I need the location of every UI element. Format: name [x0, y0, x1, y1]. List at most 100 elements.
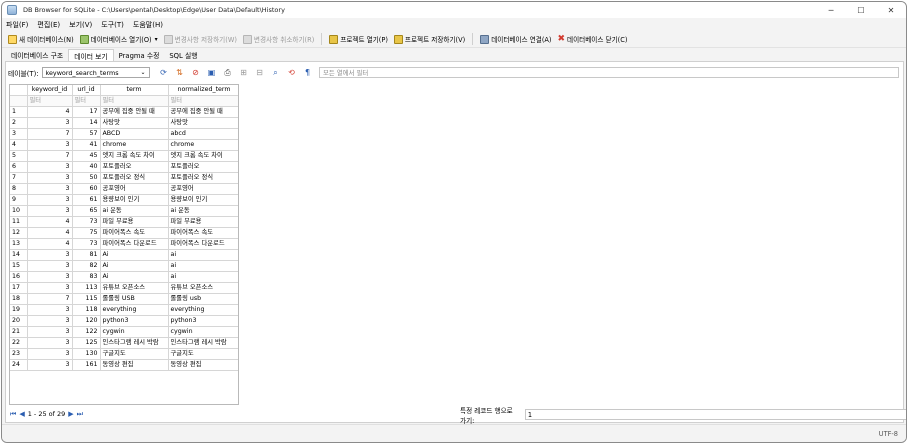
table-row[interactable]: 11 4 73 파일 무료용 파일 무료용	[10, 216, 238, 228]
save-view-icon[interactable]: ▣	[206, 67, 218, 79]
next-record-icon[interactable]: ▶	[68, 410, 73, 418]
menu-view[interactable]: 보기(V)	[69, 20, 92, 30]
menu-tools[interactable]: 도구(T)	[101, 20, 124, 30]
table-row[interactable]: 6 3 40 포토플러오 포토플러오	[10, 161, 238, 173]
delete-record-icon[interactable]: ⊟	[254, 67, 266, 79]
cell-normalized-term[interactable]: ai	[168, 271, 238, 283]
previous-record-icon[interactable]: ◀	[19, 410, 24, 418]
clear-sort-icon[interactable]: ⇅	[174, 67, 186, 79]
cell-term[interactable]: 공부에 집중 안될 때	[100, 106, 169, 118]
chevron-down-icon[interactable]: ▾	[155, 36, 158, 43]
print-icon[interactable]: ⎙	[222, 67, 234, 79]
cell-url-id[interactable]: 120	[72, 315, 101, 327]
cell-term[interactable]: 사탕맛	[100, 117, 169, 129]
cell-normalized-term[interactable]: 공부에 집중 안될 때	[168, 106, 238, 118]
table-row[interactable]: 23 3 130 구글지도 구글지도	[10, 348, 238, 360]
cell-normalized-term[interactable]: abcd	[168, 128, 238, 140]
cell-normalized-term[interactable]: 동영상 편집	[168, 359, 238, 371]
cell-normalized-term[interactable]: 파일 무료용	[168, 216, 238, 228]
cell-keyword-id[interactable]: 4	[27, 227, 73, 239]
write-changes-button[interactable]: 변경사항 저장하기(W)	[161, 32, 240, 47]
cell-keyword-id[interactable]: 3	[27, 271, 73, 283]
cell-term[interactable]: 파일 무료용	[100, 216, 169, 228]
table-row[interactable]: 19 3 118 everything everything	[10, 304, 238, 316]
clear-filters-icon[interactable]: ⊘	[190, 67, 202, 79]
cell-normalized-term[interactable]: 사탕맛	[168, 117, 238, 129]
cell-term[interactable]: chrome	[100, 139, 169, 151]
cell-normalized-term[interactable]: 엣지 크롬 속도 차이	[168, 150, 238, 162]
cell-url-id[interactable]: 81	[72, 249, 101, 261]
cell-term[interactable]: 포토플러오	[100, 161, 169, 173]
cell-url-id[interactable]: 118	[72, 304, 101, 316]
cell-term[interactable]: 롤롤링 USB	[100, 293, 169, 305]
cell-normalized-term[interactable]: 인스타그램 레시 박람	[168, 337, 238, 349]
goto-record-input[interactable]: 1	[524, 409, 906, 420]
tab-edit-pragmas[interactable]: Pragma 수정	[114, 49, 165, 61]
cell-keyword-id[interactable]: 7	[27, 293, 73, 305]
cell-normalized-term[interactable]: 파이어폭스 다운로드	[168, 238, 238, 250]
cell-term[interactable]: 인스타그램 레시 박람	[100, 337, 169, 349]
cell-url-id[interactable]: 125	[72, 337, 101, 349]
cell-term[interactable]: ABCD	[100, 128, 169, 140]
cell-keyword-id[interactable]: 4	[27, 216, 73, 228]
table-row[interactable]: 8 3 60 공포영어 공포영어	[10, 183, 238, 195]
refresh-icon[interactable]: ⟳	[158, 67, 170, 79]
cell-keyword-id[interactable]: 3	[27, 194, 73, 206]
cell-url-id[interactable]: 161	[72, 359, 101, 371]
cell-keyword-id[interactable]: 4	[27, 106, 73, 118]
cell-url-id[interactable]: 73	[72, 216, 101, 228]
tab-browse-data[interactable]: 데이터 보기	[68, 49, 114, 61]
table-row[interactable]: 12 4 75 파이어폭스 속도 파이어폭스 속도	[10, 227, 238, 239]
cell-url-id[interactable]: 122	[72, 326, 101, 338]
attach-database-button[interactable]: 데이터베이스 연결(A)	[477, 32, 554, 47]
text-format-icon[interactable]: ¶	[302, 67, 314, 79]
column-filter-url-id[interactable]: 필터	[72, 95, 101, 107]
menu-help[interactable]: 도움말(H)	[133, 20, 163, 30]
table-row[interactable]: 2 3 14 사탕맛 사탕맛	[10, 117, 238, 129]
table-row[interactable]: 4 3 41 chrome chrome	[10, 139, 238, 151]
cell-keyword-id[interactable]: 3	[27, 348, 73, 360]
cell-url-id[interactable]: 60	[72, 183, 101, 195]
cell-keyword-id[interactable]: 3	[27, 139, 73, 151]
cell-url-id[interactable]: 17	[72, 106, 101, 118]
cell-keyword-id[interactable]: 3	[27, 172, 73, 184]
open-project-button[interactable]: 프로젝트 열기(P)	[326, 32, 391, 47]
cell-normalized-term[interactable]: python3	[168, 315, 238, 327]
cell-normalized-term[interactable]: ai	[168, 249, 238, 261]
cell-term[interactable]: cygwin	[100, 326, 169, 338]
cell-term[interactable]: 포토플러오 정식	[100, 172, 169, 184]
last-record-icon[interactable]: ⏭	[77, 410, 83, 419]
cell-url-id[interactable]: 41	[72, 139, 101, 151]
cell-keyword-id[interactable]: 3	[27, 359, 73, 371]
cell-url-id[interactable]: 61	[72, 194, 101, 206]
cell-term[interactable]: 공포영어	[100, 183, 169, 195]
first-record-icon[interactable]: ⏮	[10, 410, 16, 419]
cell-url-id[interactable]: 57	[72, 128, 101, 140]
cell-normalized-term[interactable]: ai 운동	[168, 205, 238, 217]
cell-keyword-id[interactable]: 3	[27, 304, 73, 316]
cell-term[interactable]: ai 운동	[100, 205, 169, 217]
insert-record-icon[interactable]: ⊞	[238, 67, 250, 79]
column-header-url-id[interactable]: url_id	[72, 85, 101, 96]
filter-all-columns-input[interactable]: 모든 열에서 필터	[319, 67, 899, 78]
open-database-button[interactable]: 데이터베이스 열기(O) ▾	[77, 32, 161, 47]
cell-term[interactable]: Ai	[100, 271, 169, 283]
column-header-normalized-term[interactable]: normalized_term	[168, 85, 238, 96]
minimize-button[interactable]: ─	[816, 2, 846, 18]
table-row[interactable]: 18 7 115 롤롤링 USB 롤롤링 usb	[10, 293, 238, 305]
table-row[interactable]: 22 3 125 인스타그램 레시 박람 인스타그램 레시 박람	[10, 337, 238, 349]
revert-changes-button[interactable]: 변경사항 취소하기(R)	[240, 32, 317, 47]
maximize-button[interactable]: ☐	[846, 2, 876, 18]
save-project-button[interactable]: 프로젝트 저장하기(V)	[391, 32, 468, 47]
table-select[interactable]: keyword_search_terms ⌄	[41, 67, 150, 78]
cell-keyword-id[interactable]: 3	[27, 183, 73, 195]
cell-term[interactable]: 파이어폭스 속도	[100, 227, 169, 239]
table-row[interactable]: 9 3 61 용량보이 인기 용량보이 인기	[10, 194, 238, 206]
cell-keyword-id[interactable]: 3	[27, 315, 73, 327]
cell-url-id[interactable]: 73	[72, 238, 101, 250]
table-row[interactable]: 14 3 81 Ai ai	[10, 249, 238, 261]
cell-term[interactable]: everything	[100, 304, 169, 316]
cell-normalized-term[interactable]: chrome	[168, 139, 238, 151]
cell-keyword-id[interactable]: 3	[27, 161, 73, 173]
table-row[interactable]: 1 4 17 공부에 집중 안될 때 공부에 집중 안될 때	[10, 106, 238, 118]
